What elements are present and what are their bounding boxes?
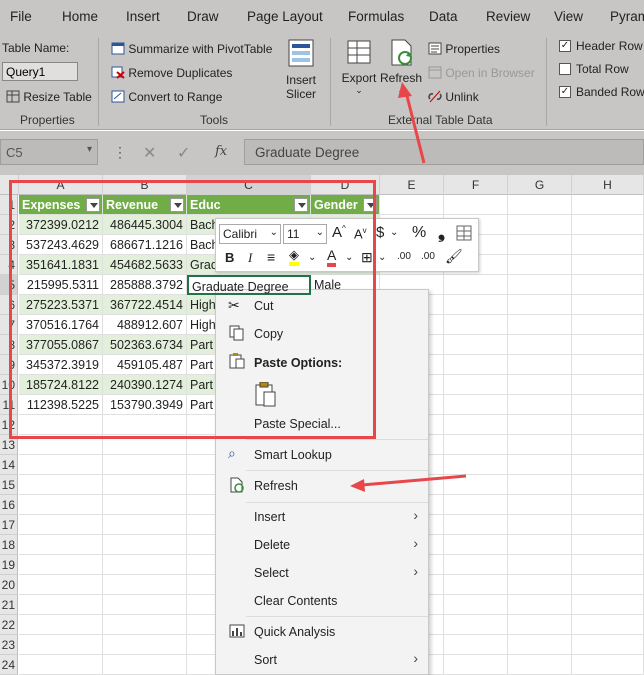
arrow-to-menu-refresh: [350, 474, 467, 492]
active-cell[interactable]: Graduate Degree: [187, 275, 311, 295]
annotation-arrows: [350, 82, 467, 492]
arrow-to-ribbon-refresh: [398, 82, 426, 164]
